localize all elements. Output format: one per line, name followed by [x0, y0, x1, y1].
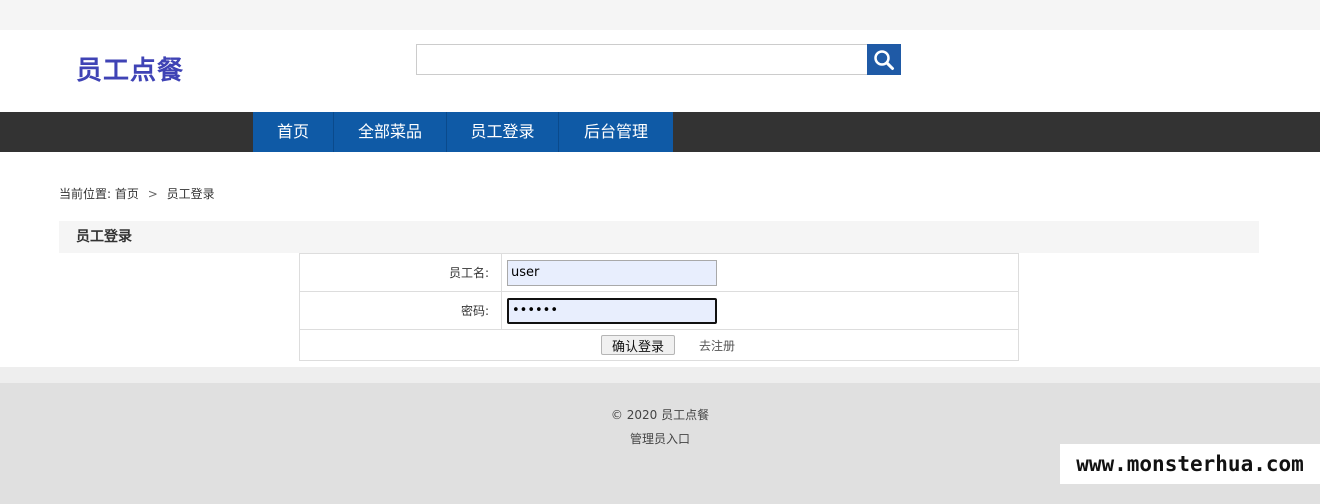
password-input[interactable]	[507, 297, 717, 324]
nav-item-all-dishes[interactable]: 全部菜品	[334, 112, 447, 152]
username-cell	[502, 254, 1018, 291]
password-cell	[502, 292, 1018, 329]
password-row: 密码:	[300, 292, 1018, 330]
breadcrumb-separator: >	[147, 187, 158, 201]
nav-item-staff-login[interactable]: 员工登录	[447, 112, 559, 152]
login-form: 员工名: 密码: 确认登录 去注册	[299, 253, 1019, 361]
register-link[interactable]: 去注册	[699, 337, 735, 354]
watermark: www.monsterhua.com	[1060, 444, 1320, 484]
panel-title: 员工登录	[76, 229, 132, 245]
search-button[interactable]	[867, 44, 901, 75]
nav-menu: 首页 全部菜品 员工登录 后台管理	[253, 112, 673, 152]
username-row: 员工名:	[300, 254, 1018, 292]
breadcrumb: 当前位置: 首页 > 员工登录	[59, 186, 215, 202]
footer-copyright: © 2020 员工点餐	[610, 408, 710, 422]
username-input[interactable]	[507, 259, 717, 286]
actions-row: 确认登录 去注册	[300, 330, 1018, 360]
breadcrumb-home[interactable]: 首页	[115, 186, 139, 202]
form-actions: 确认登录 去注册	[300, 330, 1018, 360]
site-logo[interactable]: 员工点餐	[76, 54, 184, 88]
footer-separator	[0, 367, 1320, 383]
main-nav: 首页 全部菜品 员工登录 后台管理	[0, 112, 1320, 152]
top-strip	[0, 0, 1320, 30]
search-icon	[874, 49, 894, 70]
password-label: 密码:	[300, 292, 502, 329]
username-label: 员工名:	[300, 254, 502, 291]
breadcrumb-prefix: 当前位置:	[59, 187, 112, 201]
login-submit-button[interactable]: 确认登录	[600, 335, 675, 355]
search-input[interactable]	[416, 44, 868, 75]
nav-item-home[interactable]: 首页	[253, 112, 334, 152]
nav-item-admin[interactable]: 后台管理	[559, 112, 673, 152]
breadcrumb-current: 员工登录	[166, 187, 215, 201]
login-panel-header: 员工登录	[59, 221, 1259, 253]
